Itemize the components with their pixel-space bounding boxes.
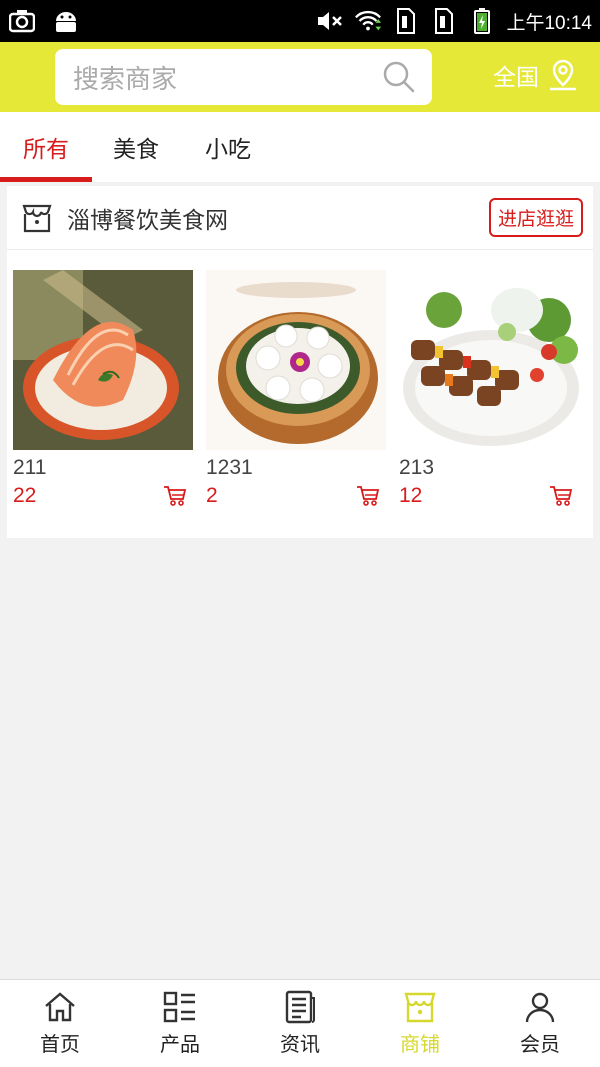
nav-label: 资讯 [280,1032,320,1056]
nav-label: 首页 [40,1032,80,1056]
clock: 上午10:14 [506,12,592,34]
product-image-dumplings[interactable] [206,270,386,450]
camera-icon [8,7,36,35]
mute-icon [316,7,344,35]
product-price: 22 [13,484,37,507]
news-icon [285,990,315,1024]
tab-all[interactable]: 所有 [0,112,92,182]
store-icon [404,992,436,1023]
shop-card: 淄博餐饮美食网 进店逛逛 211 22 1231 2 213 12 [7,186,593,538]
cart-icon[interactable] [163,485,187,507]
nav-home[interactable]: 首页 [0,980,120,1067]
app-header: 搜索商家 全国 [0,42,600,112]
nav-products[interactable]: 产品 [120,980,240,1067]
product-image-salmon[interactable] [13,270,193,450]
battery-icon [468,7,496,35]
product-name: 211 [13,456,47,479]
product-list: 211 22 1231 2 213 12 [13,270,587,508]
status-bar: 上午10:14 [0,0,600,42]
cart-icon[interactable] [549,485,573,507]
tab-food[interactable]: 美食 [92,112,180,182]
shop-icon [22,204,52,232]
nav-label: 商铺 [400,1032,440,1056]
product-item[interactable]: 1231 2 [206,270,386,508]
shop-header: 淄博餐饮美食网 进店逛逛 [7,186,593,250]
product-price: 12 [399,484,423,507]
search-input[interactable]: 搜索商家 [55,49,432,105]
sim2-icon [430,7,458,35]
cart-icon[interactable] [356,485,380,507]
product-item[interactable]: 211 22 [13,270,193,508]
product-list-icon [163,991,195,1023]
product-item[interactable]: 213 12 [399,270,579,508]
search-placeholder: 搜索商家 [73,64,178,95]
region-label: 全国 [493,65,539,91]
wifi-icon [354,7,382,35]
nav-label: 产品 [160,1032,200,1056]
bottom-nav: 首页 产品 资讯 商铺 会员 [0,979,600,1067]
product-price: 2 [206,484,218,507]
home-icon [45,992,75,1022]
android-icon [52,7,80,35]
visit-store-button[interactable]: 进店逛逛 [488,198,583,237]
tab-snacks[interactable]: 小吃 [180,112,276,182]
region-selector[interactable]: 全国 [493,58,579,92]
shop-name[interactable]: 淄博餐饮美食网 [67,201,489,235]
nav-news[interactable]: 资讯 [240,980,360,1067]
category-tabs: 所有 美食 小吃 [0,112,600,182]
nav-store[interactable]: 商铺 [360,980,480,1067]
location-pin-icon [550,59,576,91]
search-icon[interactable] [382,60,416,94]
product-image-kebabs[interactable] [399,270,579,450]
nav-member[interactable]: 会员 [480,980,600,1067]
product-name: 1231 [206,456,253,479]
sim1-icon [392,7,420,35]
nav-label: 会员 [520,1032,560,1056]
product-name: 213 [399,456,435,479]
user-icon [525,992,555,1023]
